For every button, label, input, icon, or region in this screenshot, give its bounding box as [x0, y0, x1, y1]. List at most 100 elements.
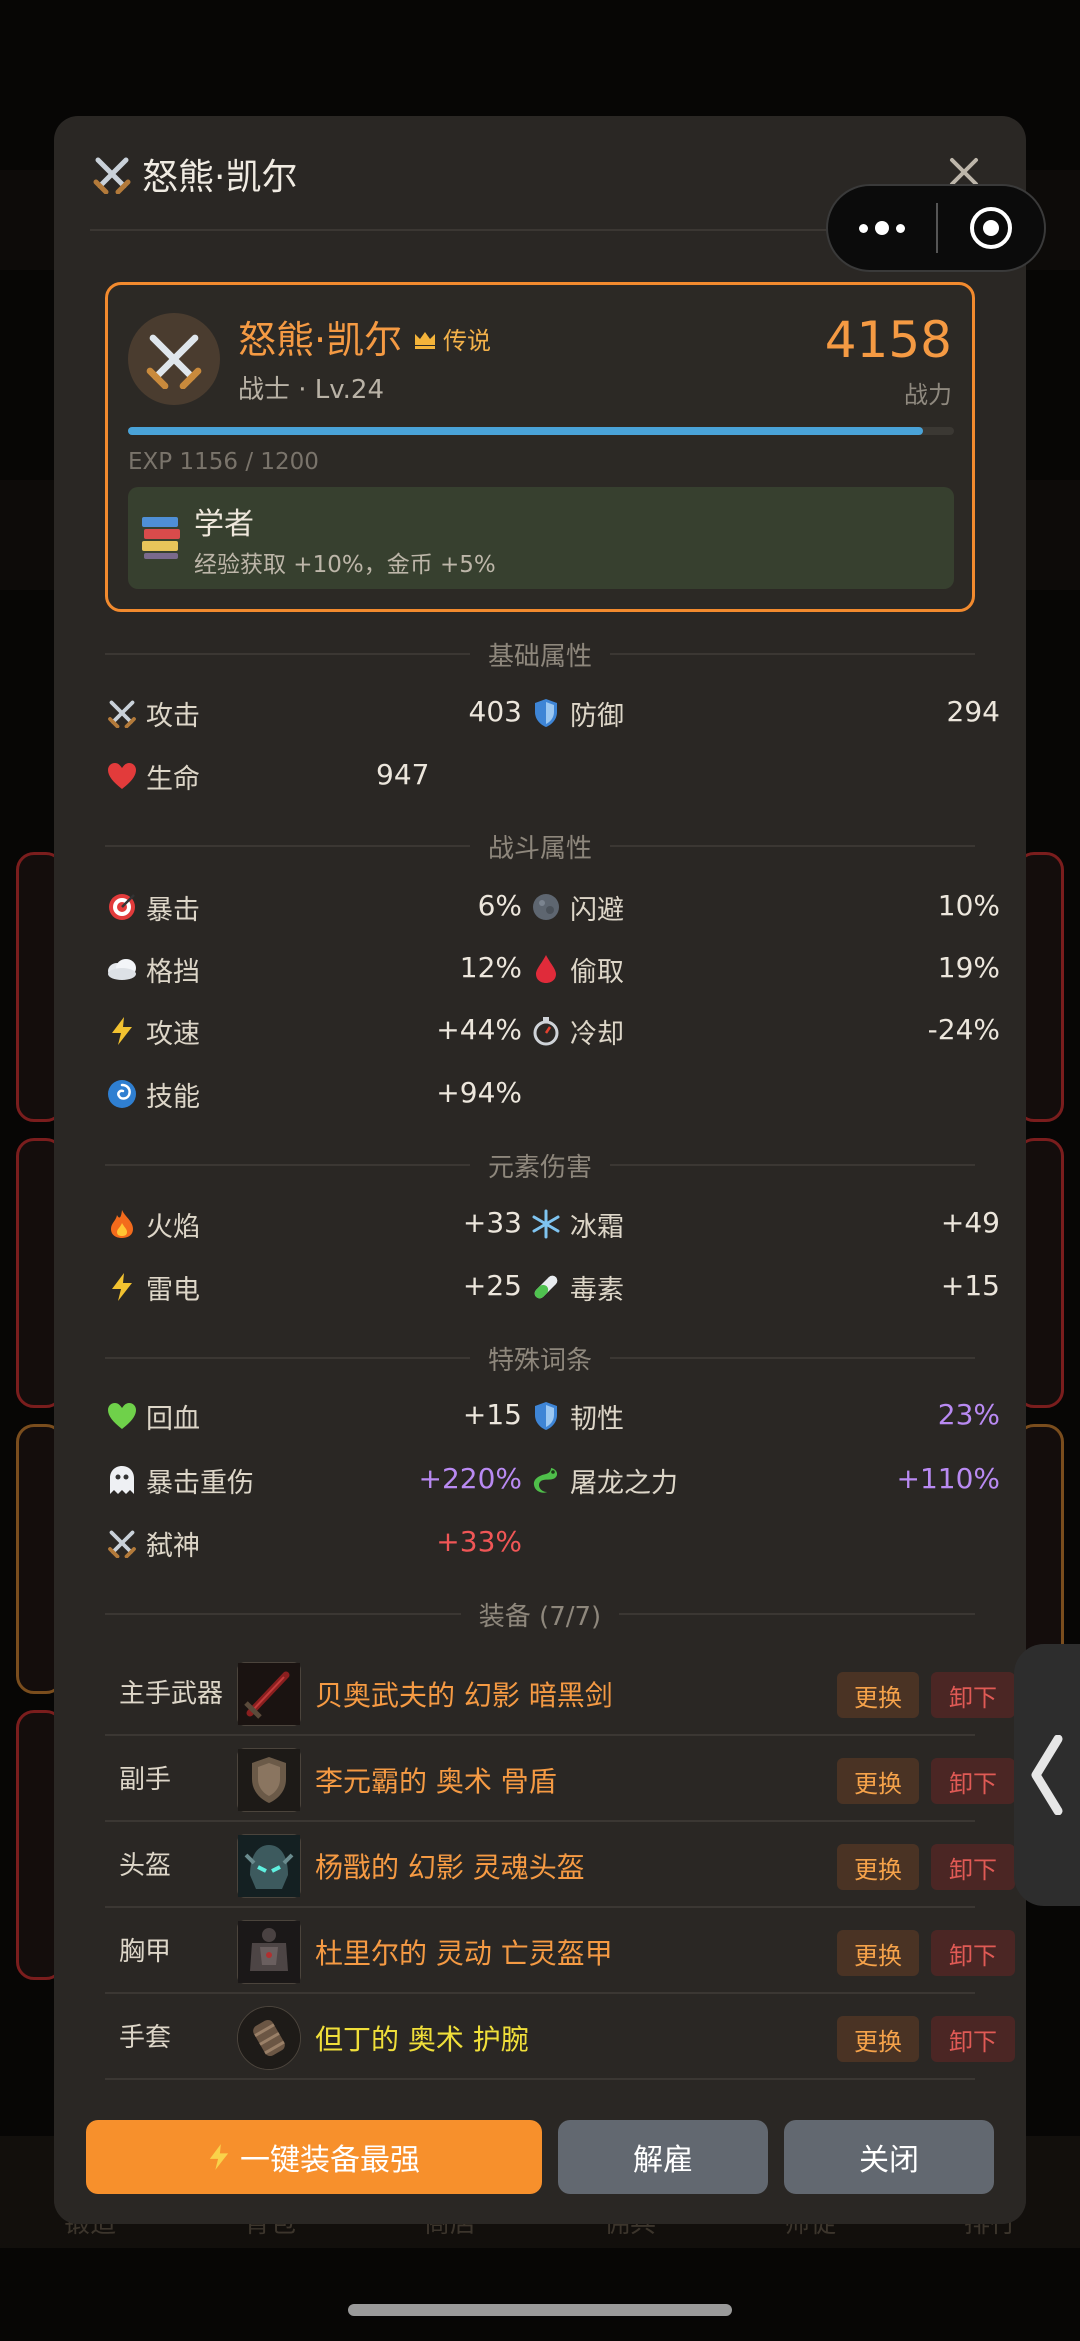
stat-fire-value: +33	[462, 1206, 522, 1239]
stat-toughness-value: 23%	[937, 1398, 1000, 1431]
lightning-icon	[106, 1271, 138, 1303]
stat-cooldown-value: -24%	[927, 1013, 1000, 1046]
unequip-button[interactable]: 卸下	[931, 2016, 1015, 2062]
swap-button[interactable]: 更换	[837, 1672, 919, 1718]
shield-icon	[530, 697, 562, 729]
section-equipment: 装备 (7/7)	[105, 1594, 975, 1634]
stat-skill-value: +94%	[436, 1076, 522, 1109]
stat-frost: 冰霜	[530, 1204, 624, 1244]
books-icon	[142, 517, 180, 559]
stat-thunder: 雷电	[106, 1267, 200, 1307]
crown-icon	[415, 331, 435, 349]
auto-equip-label: 一键装备最强	[240, 2143, 420, 2178]
section-title: 特殊词条	[488, 1345, 593, 1376]
dodge-icon	[530, 891, 562, 923]
unequip-button[interactable]: 卸下	[931, 1844, 1015, 1890]
exit-target-icon[interactable]	[938, 205, 1044, 251]
avatar	[128, 313, 220, 405]
unequip-button[interactable]: 卸下	[931, 1758, 1015, 1804]
equipment-slot: 副手	[119, 1765, 172, 1795]
hero-card: 怒熊·凯尔 传说 战士 · Lv.24 4158 战力 EXP 1156 / 1…	[105, 282, 975, 612]
dismiss-button[interactable]: 解雇	[558, 2120, 768, 2194]
section-title: 战斗属性	[488, 833, 593, 864]
swap-button[interactable]: 更换	[837, 1930, 919, 1976]
cloud-icon	[106, 953, 138, 985]
more-icon[interactable]	[828, 221, 936, 235]
equipment-name[interactable]: 贝奥武夫的 幻影 暗黑剑	[315, 1652, 613, 1736]
section-title: 装备 (7/7)	[478, 1601, 602, 1632]
miniprogram-capsule	[826, 184, 1046, 272]
section-combat: 战斗属性	[105, 826, 976, 866]
equipment-row: 副手 李元霸的 奥术 骨盾 更换 卸下	[105, 1738, 1015, 1822]
snowflake-icon	[530, 1208, 562, 1240]
hero-name: 怒熊·凯尔	[238, 318, 403, 362]
sword-item-icon	[237, 1662, 301, 1726]
equipment-row: 主手武器 贝奥武夫的 幻影 暗黑剑 更换 卸下	[105, 1652, 1015, 1736]
stat-regen-value: +15	[462, 1398, 522, 1431]
section-title: 元素伤害	[488, 1152, 593, 1183]
equipment-name[interactable]: 杨戬的 幻影 灵魂头盔	[315, 1824, 585, 1908]
stopwatch-icon	[530, 1015, 562, 1047]
equipment-name[interactable]: 李元霸的 奥术 骨盾	[315, 1738, 557, 1822]
shield-icon	[530, 1400, 562, 1432]
test-tube-icon	[530, 1271, 562, 1303]
power-label: 战力	[904, 381, 952, 409]
stat-defense: 防御	[530, 693, 624, 733]
stat-fire: 火焰	[106, 1204, 200, 1244]
rarity-badge: 传说	[413, 321, 491, 356]
stat-crit: 暴击	[106, 887, 200, 927]
swap-button[interactable]: 更换	[837, 2016, 919, 2062]
swap-button[interactable]: 更换	[837, 1758, 919, 1804]
swords-icon	[106, 1527, 138, 1559]
fire-icon	[106, 1208, 138, 1240]
trait-name: 学者	[194, 507, 254, 542]
lightning-icon	[209, 2144, 229, 2170]
stat-crit-damage: 暴击重伤	[106, 1460, 254, 1500]
bracer-item-icon	[237, 2006, 301, 2070]
stat-godslayer: 弑神	[106, 1523, 200, 1563]
stat-block: 格挡	[106, 949, 200, 989]
exp-bar-fill	[128, 427, 924, 435]
swap-button[interactable]: 更换	[837, 1844, 919, 1890]
section-basic: 基础属性	[105, 634, 976, 674]
stat-poison: 毒素	[530, 1267, 624, 1307]
side-drawer-tab[interactable]	[1014, 1644, 1080, 1906]
swords-icon	[93, 157, 131, 194]
section-title: 基础属性	[488, 641, 593, 672]
equipment-row: 胸甲 杜里尔的 灵动 亡灵盔甲 更换 卸下	[105, 1910, 1015, 1994]
stat-dragon-slayer-value: +110%	[896, 1462, 1000, 1495]
mercenary-detail-modal: 怒熊·凯尔 怒熊·凯尔 传说 战士 · Lv.24 4158 战力 EXP 11…	[54, 116, 1026, 2224]
stat-steal: 偷取	[530, 949, 624, 989]
close-button[interactable]: 关闭	[784, 2120, 994, 2194]
stat-steal-value: 19%	[937, 951, 1000, 984]
power-value: 4158	[824, 311, 952, 369]
trait-description: 经验获取 +10%，金币 +5%	[194, 552, 496, 578]
stat-regen: 回血	[106, 1396, 200, 1436]
equipment-name[interactable]: 杜里尔的 灵动 亡灵盔甲	[315, 1910, 613, 1994]
armor-item-icon	[237, 1920, 301, 1984]
exp-bar	[128, 427, 954, 435]
equipment-slot: 手套	[119, 2023, 172, 2053]
section-element: 元素伤害	[105, 1145, 976, 1185]
equipment-name[interactable]: 但丁的 奥术 护腕	[315, 1996, 529, 2080]
stat-crit-damage-value: +220%	[418, 1462, 522, 1495]
ghost-icon	[106, 1464, 138, 1496]
swords-icon	[106, 697, 138, 729]
helmet-item-icon	[237, 1834, 301, 1898]
equipment-row: 手套 但丁的 奥术 护腕 更换 卸下	[105, 1996, 1015, 2080]
target-icon	[106, 891, 138, 923]
equipment-slot: 主手武器	[119, 1679, 224, 1709]
swirl-icon	[106, 1078, 138, 1110]
stat-speed-value: +44%	[436, 1013, 522, 1046]
stat-speed: 攻速	[106, 1011, 200, 1051]
unequip-button[interactable]: 卸下	[931, 1672, 1015, 1718]
exp-text: EXP 1156 / 1200	[128, 449, 319, 475]
unequip-button[interactable]: 卸下	[931, 1930, 1015, 1976]
stat-godslayer-value: +33%	[436, 1525, 522, 1558]
home-indicator	[348, 2304, 732, 2316]
stat-block-value: 12%	[459, 951, 522, 984]
stat-hp: 生命	[106, 756, 200, 796]
auto-equip-button[interactable]: 一键装备最强	[86, 2120, 542, 2194]
stat-hp-value: 947	[376, 758, 430, 791]
modal-header: 怒熊·凯尔	[92, 144, 297, 204]
